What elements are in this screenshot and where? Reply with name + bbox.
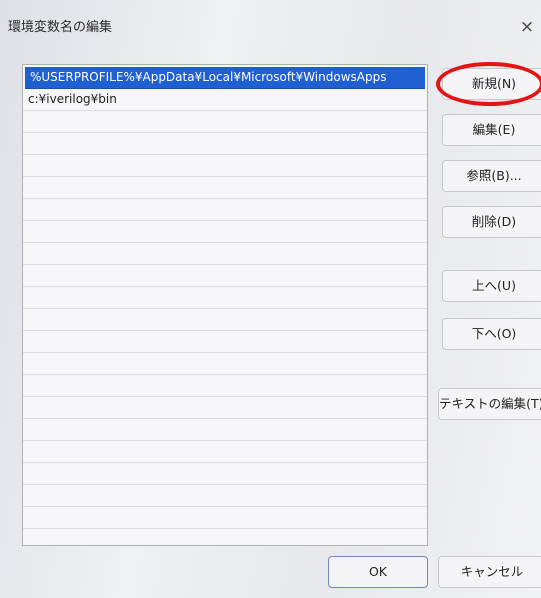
list-empty-row	[23, 111, 427, 133]
list-empty-row	[23, 243, 427, 265]
list-empty-row	[23, 463, 427, 485]
list-empty-row	[23, 331, 427, 353]
cancel-button[interactable]: キャンセル	[438, 556, 541, 588]
list-empty-row	[23, 155, 427, 177]
list-empty-row	[23, 529, 427, 545]
list-empty-row	[23, 419, 427, 441]
list-item-selected[interactable]: %USERPROFILE%¥AppData¥Local¥Microsoft¥Wi…	[25, 67, 425, 89]
list-item[interactable]: c:¥iverilog¥bin	[23, 89, 427, 111]
close-icon[interactable]: ×	[517, 16, 537, 38]
ok-button[interactable]: OK	[328, 556, 428, 588]
list-empty-row	[23, 199, 427, 221]
list-empty-row	[23, 265, 427, 287]
list-empty-row	[23, 353, 427, 375]
list-empty-row	[23, 397, 427, 419]
list-empty-row	[23, 221, 427, 243]
edit-environment-variable-dialog: 環境変数名の編集 × %USERPROFILE%¥AppData¥Local¥M…	[0, 0, 541, 598]
list-empty-row	[23, 177, 427, 199]
delete-button[interactable]: 削除(D)	[442, 206, 541, 238]
list-empty-row	[23, 287, 427, 309]
edit-button[interactable]: 編集(E)	[442, 114, 541, 146]
edit-text-button[interactable]: テキストの編集(T)...	[438, 388, 541, 420]
new-button[interactable]: 新規(N)	[442, 68, 541, 100]
list-empty-row	[23, 375, 427, 397]
browse-button[interactable]: 参照(B)...	[442, 160, 541, 192]
dialog-title: 環境変数名の編集	[8, 20, 113, 35]
move-down-button[interactable]: 下へ(O)	[442, 318, 541, 350]
list-empty-row	[23, 441, 427, 463]
title-bar: 環境変数名の編集 ×	[0, 0, 541, 48]
list-empty-row	[23, 133, 427, 155]
path-list[interactable]: %USERPROFILE%¥AppData¥Local¥Microsoft¥Wi…	[22, 64, 428, 546]
move-up-button[interactable]: 上へ(U)	[442, 270, 541, 302]
list-empty-row	[23, 507, 427, 529]
list-empty-row	[23, 485, 427, 507]
list-empty-row	[23, 309, 427, 331]
